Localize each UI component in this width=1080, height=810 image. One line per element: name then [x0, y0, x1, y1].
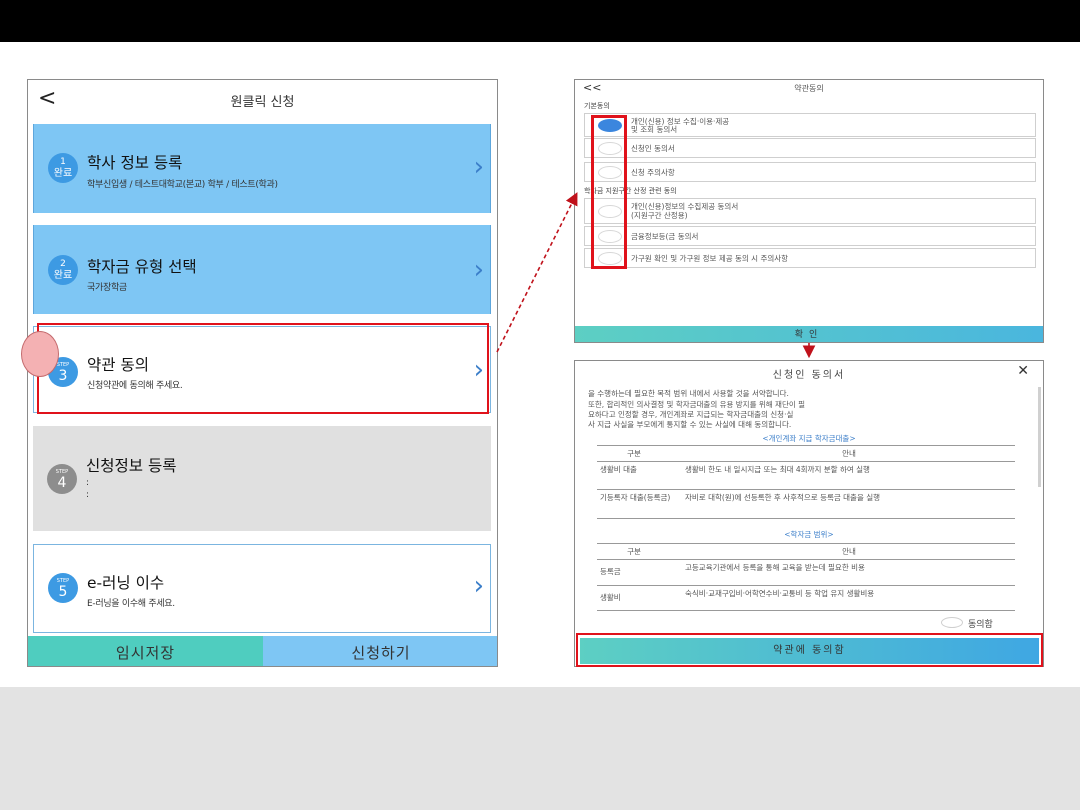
flow-connector — [496, 192, 816, 359]
dashed-arrow — [496, 192, 578, 353]
